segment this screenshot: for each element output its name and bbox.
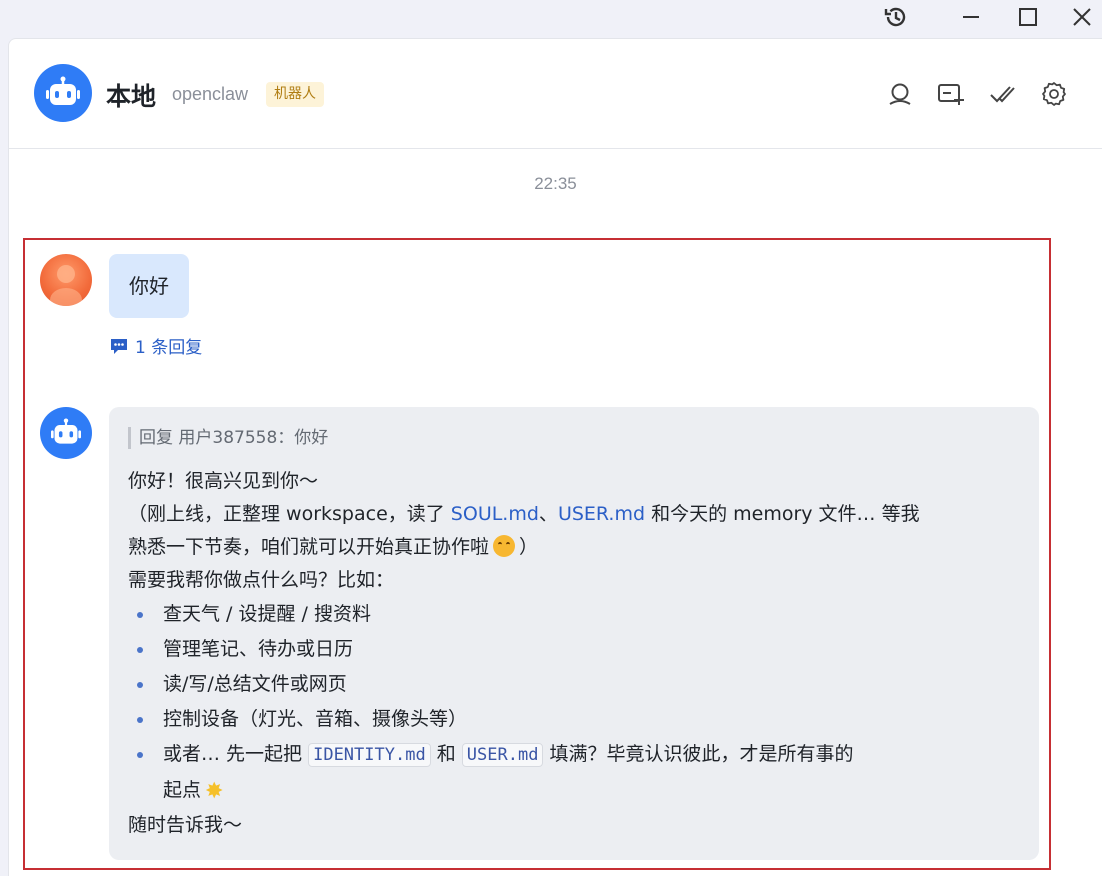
message-timestamp: 22:35 bbox=[534, 174, 577, 193]
user-message-bubble[interactable]: 你好 bbox=[109, 254, 189, 318]
list-item: 控制设备（灯光、音箱、摄像头等） bbox=[128, 702, 1019, 737]
list-item: 管理笔记、待办或日历 bbox=[128, 632, 1019, 667]
user-md-code: USER.md bbox=[461, 743, 544, 767]
text: （刚上线，正整理 workspace，读了 bbox=[128, 503, 451, 525]
chat-subtitle: openclaw bbox=[172, 84, 249, 104]
bot-message-avatar[interactable] bbox=[40, 407, 92, 459]
bot-message-bubble[interactable]: 回复 用户387558：你好 你好！很高兴见到你～ （刚上线，正整理 works… bbox=[109, 407, 1039, 860]
soul-md-link[interactable]: SOUL.md bbox=[451, 503, 539, 525]
comment-icon bbox=[111, 338, 127, 354]
text: 起点 bbox=[163, 779, 202, 801]
list-item: 查天气 / 设提醒 / 搜资料 bbox=[128, 597, 1019, 632]
chat-window: 本地 openclaw 机器人 22:35 你好 1 条回复 回复 用户3875… bbox=[8, 38, 1102, 876]
text: 或者… 先一起把 bbox=[163, 743, 309, 765]
reply-count: 1 条回复 bbox=[135, 338, 203, 358]
close-icon[interactable] bbox=[1066, 2, 1098, 32]
text: ） bbox=[519, 536, 539, 558]
search-icon[interactable] bbox=[886, 80, 914, 108]
list-item: 或者… 先一起把 IDENTITY.md 和 USER.md 填满？毕竟认识彼此… bbox=[128, 737, 1019, 809]
bot-closing: 随时告诉我～ bbox=[128, 814, 243, 836]
mark-read-icon[interactable] bbox=[988, 80, 1016, 108]
robot-icon bbox=[46, 76, 80, 105]
bot-status-line-2: 熟悉一下节奏，咱们就可以开始真正协作啦 ） bbox=[128, 531, 1019, 564]
settings-gear-icon[interactable] bbox=[1040, 80, 1068, 108]
list-item: 读/写/总结文件或网页 bbox=[128, 667, 1019, 702]
title-bar bbox=[0, 0, 1102, 36]
history-icon[interactable] bbox=[880, 2, 912, 32]
reply-quote: 回复 用户387558：你好 bbox=[128, 427, 1019, 449]
user-avatar[interactable] bbox=[40, 254, 92, 306]
maximize-icon[interactable] bbox=[1012, 2, 1044, 32]
text: 和今天的 memory 文件… 等我 bbox=[645, 503, 920, 525]
suggestion-list: 查天气 / 设提醒 / 搜资料 管理笔记、待办或日历 读/写/总结文件或网页 控… bbox=[128, 597, 1019, 809]
chat-title: 本地 bbox=[106, 82, 157, 111]
user-silhouette-icon bbox=[50, 265, 82, 306]
bot-badge: 机器人 bbox=[266, 82, 324, 107]
text: 填满？毕竟认识彼此，才是所有事的 bbox=[543, 743, 854, 765]
thread-replies-link[interactable]: 1 条回复 bbox=[109, 333, 202, 358]
glowing-star-icon: ✸ bbox=[205, 779, 224, 804]
minimize-icon[interactable] bbox=[955, 2, 987, 32]
bot-question: 需要我帮你做点什么吗？比如： bbox=[128, 569, 395, 591]
bot-greeting: 你好！很高兴见到你～ bbox=[128, 470, 319, 492]
user-md-link[interactable]: USER.md bbox=[558, 503, 645, 525]
text: 和 bbox=[430, 743, 462, 765]
identity-md-code: IDENTITY.md bbox=[308, 743, 431, 767]
robot-icon bbox=[51, 418, 81, 444]
chat-header: 本地 openclaw 机器人 bbox=[9, 39, 1102, 149]
text: 熟悉一下节奏，咱们就可以开始真正协作啦 bbox=[128, 536, 490, 558]
text: 、 bbox=[538, 503, 558, 525]
add-window-icon[interactable] bbox=[937, 80, 965, 108]
bot-status-line: （刚上线，正整理 workspace，读了 SOUL.md、USER.md 和今… bbox=[128, 498, 1019, 531]
bot-avatar[interactable] bbox=[34, 64, 92, 122]
smiling-face-icon bbox=[493, 535, 516, 557]
